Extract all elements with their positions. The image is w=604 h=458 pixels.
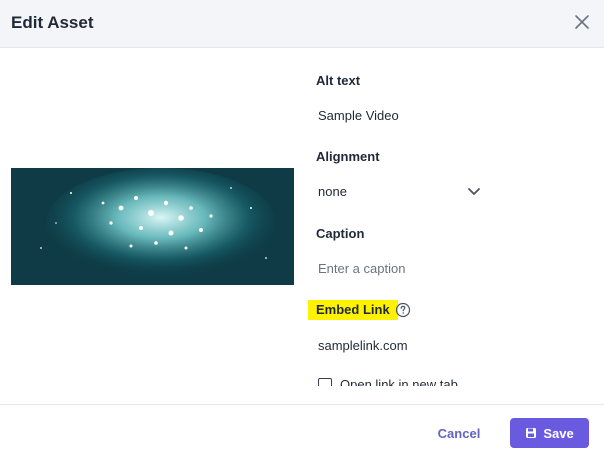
alt-text-label: Alt text <box>316 73 361 88</box>
open-new-tab-row[interactable]: Open link in new tab <box>318 374 518 386</box>
caption-label: Caption <box>316 226 365 241</box>
dialog-title: Edit Asset <box>11 13 94 32</box>
chevron-down-icon[interactable] <box>466 185 482 199</box>
close-icon[interactable] <box>572 12 592 32</box>
save-icon <box>525 427 537 439</box>
help-circle-icon[interactable] <box>395 302 411 318</box>
save-label: Save <box>543 425 574 441</box>
alignment-select[interactable]: none <box>318 184 478 200</box>
cancel-button[interactable]: Cancel <box>430 418 488 448</box>
open-new-tab-checkbox[interactable] <box>318 378 332 386</box>
open-new-tab-label: Open link in new tab <box>340 377 458 386</box>
caption-input[interactable]: Enter a caption <box>318 261 405 277</box>
alt-text-input[interactable]: Sample Video <box>318 108 399 124</box>
embed-link-input[interactable]: samplelink.com <box>318 338 408 354</box>
video-thumbnail <box>11 168 294 285</box>
save-button[interactable]: Save <box>510 418 589 448</box>
embed-link-label: Embed Link <box>308 300 398 320</box>
alignment-label: Alignment <box>316 149 380 164</box>
dialog-header: Edit Asset <box>0 0 604 48</box>
